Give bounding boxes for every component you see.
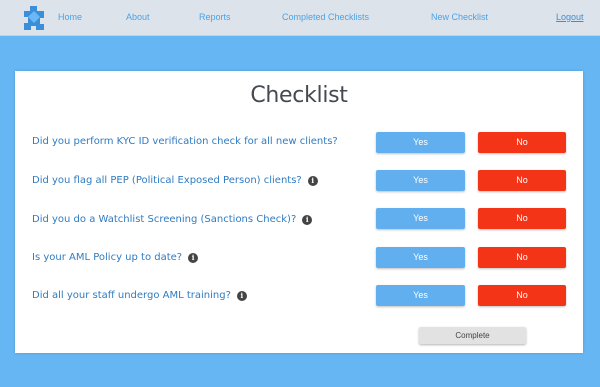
yes-button-kyc[interactable]: Yes	[376, 132, 465, 153]
question-text: Is your AML Policy up to date?	[32, 252, 183, 263]
info-icon[interactable]: i	[307, 175, 318, 186]
nav-completed-checklists-link[interactable]: Completed Checklists	[282, 12, 369, 22]
no-button-aml-policy[interactable]: No	[478, 247, 566, 268]
nav-reports-link[interactable]: Reports	[199, 12, 231, 22]
logout-link[interactable]: Logout	[556, 12, 584, 22]
yes-button-watchlist[interactable]: Yes	[376, 208, 465, 229]
yes-button-aml-training[interactable]: Yes	[376, 285, 465, 306]
yes-button-aml-policy[interactable]: Yes	[376, 247, 465, 268]
info-icon[interactable]: i	[302, 214, 313, 225]
question-text: Did all your staff undergo AML training?	[32, 290, 231, 301]
checklist-card: Checklist Did you perform KYC ID verific…	[15, 71, 583, 353]
nav-home-link[interactable]: Home	[58, 12, 82, 22]
no-button-kyc[interactable]: No	[478, 132, 566, 153]
question-text: Did you flag all PEP (Political Exposed …	[32, 175, 302, 186]
info-icon[interactable]: i	[236, 290, 247, 301]
nav-new-checklist-link[interactable]: New Checklist	[431, 12, 488, 22]
question-kyc: Did you perform KYC ID verification chec…	[32, 136, 338, 147]
question-pep: Did you flag all PEP (Political Exposed …	[32, 175, 318, 186]
page-title: Checklist	[250, 83, 348, 108]
question-watchlist: Did you do a Watchlist Screening (Sancti…	[32, 214, 313, 225]
no-button-pep[interactable]: No	[478, 170, 566, 191]
nav-about-link[interactable]: About	[126, 12, 150, 22]
no-button-aml-training[interactable]: No	[478, 285, 566, 306]
puzzle-logo-icon[interactable]	[22, 5, 46, 31]
yes-button-pep[interactable]: Yes	[376, 170, 465, 191]
info-icon[interactable]: i	[188, 252, 199, 263]
question-aml-training: Did all your staff undergo AML training?…	[32, 290, 247, 301]
top-navbar: Home About Reports Completed Checklists …	[0, 0, 600, 36]
question-text: Did you perform KYC ID verification chec…	[32, 136, 338, 147]
question-aml-policy: Is your AML Policy up to date? i	[32, 252, 199, 263]
no-button-watchlist[interactable]: No	[478, 208, 566, 229]
complete-button[interactable]: Complete	[419, 327, 526, 344]
question-text: Did you do a Watchlist Screening (Sancti…	[32, 214, 297, 225]
